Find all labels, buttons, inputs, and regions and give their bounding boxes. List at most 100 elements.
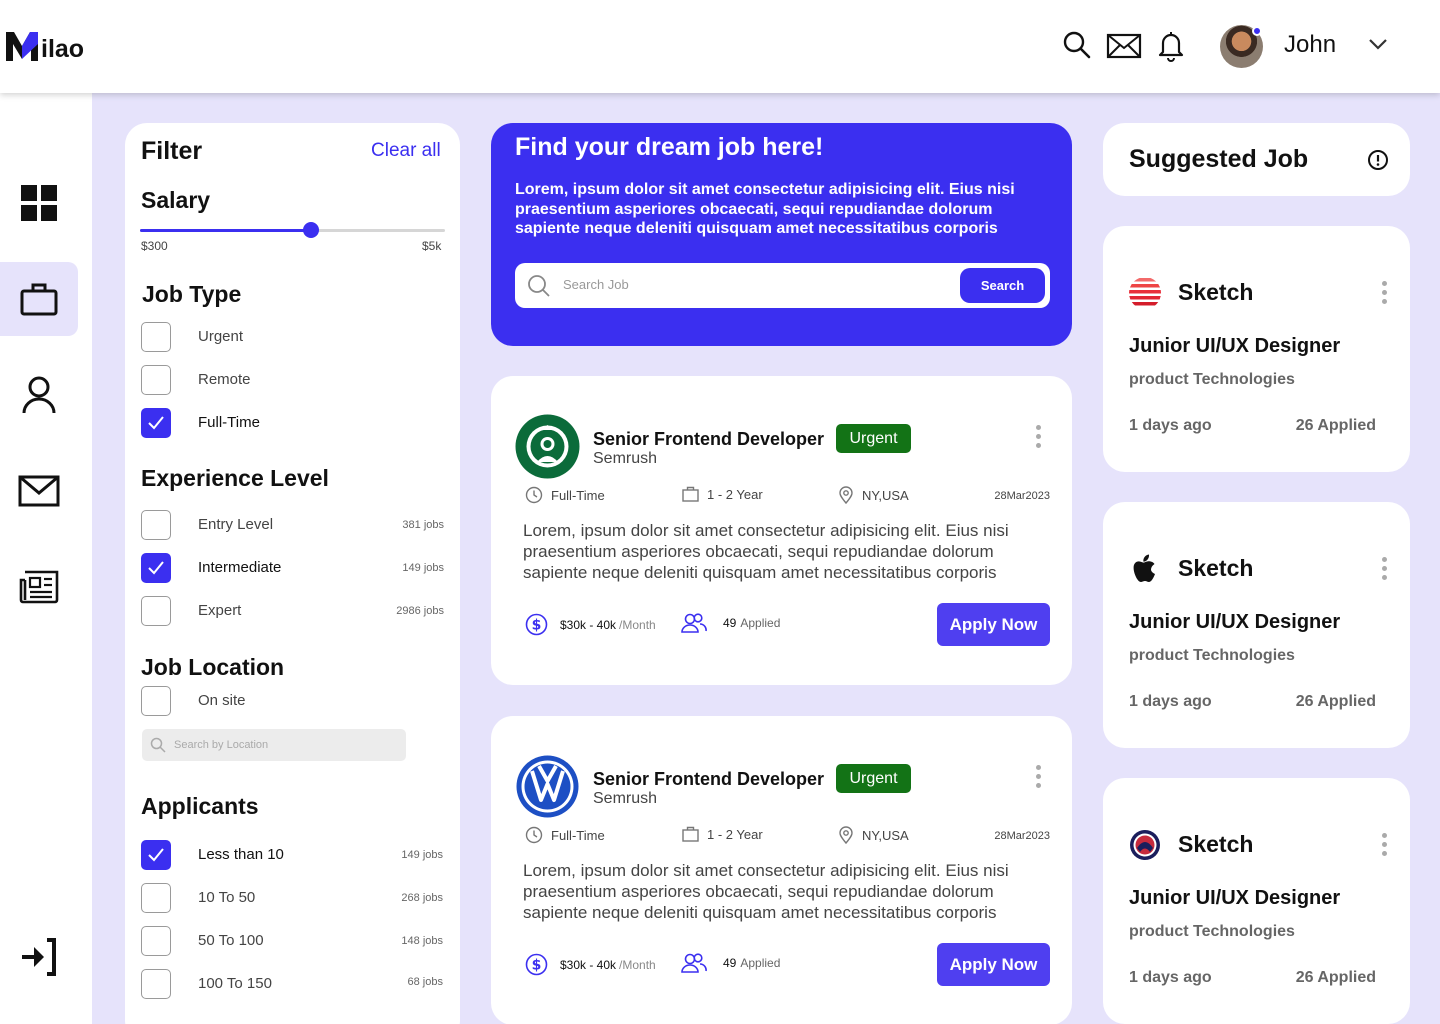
striped-sphere-logo-icon	[1129, 277, 1161, 309]
volkswagen-logo-icon	[515, 754, 580, 819]
experience-expert-count: 2986 jobs	[396, 605, 444, 617]
experience-expert-checkbox[interactable]	[141, 596, 171, 626]
suggested-applied: 26 Applied	[1295, 969, 1376, 986]
experience-entry-count: 381 jobs	[402, 519, 444, 531]
salary-slider[interactable]	[140, 222, 445, 238]
nav-messages[interactable]	[0, 454, 78, 528]
salary-heading: Salary	[141, 187, 211, 213]
location-meta: NY,USA	[838, 826, 909, 844]
mail-icon[interactable]	[1106, 32, 1142, 60]
salary-max-label: $5k	[422, 239, 442, 253]
circle-emblem-logo-icon	[1130, 830, 1160, 860]
suggested-job-card[interactable]: Sketch Junior UI/UX Designer product Tec…	[1103, 502, 1410, 748]
applied-count: 49	[723, 616, 737, 630]
applicants-50-100-label: 50 To 100	[198, 932, 264, 949]
applicants-lt10-checkbox[interactable]	[141, 840, 171, 870]
mail-icon	[18, 475, 60, 507]
clear-all-link[interactable]: Clear all	[371, 140, 441, 162]
more-options-icon[interactable]	[1036, 765, 1041, 792]
nav-news[interactable]	[0, 550, 78, 624]
suggested-brand: Sketch	[1178, 831, 1254, 857]
apple-logo-icon	[1133, 554, 1155, 582]
users-icon	[681, 613, 707, 633]
briefcase-icon	[20, 283, 58, 316]
job-type-text: Full-Time	[551, 487, 605, 503]
job-card[interactable]: Senior Frontend Developer Semrush Urgent…	[491, 376, 1072, 685]
nav-dashboard[interactable]	[0, 166, 78, 240]
experience-meta: 1 - 2 Year	[682, 486, 763, 502]
app-logo[interactable]: ilao	[5, 30, 84, 62]
applicants-50-100-checkbox[interactable]	[141, 926, 171, 956]
applicants-100-150-checkbox[interactable]	[141, 969, 171, 999]
applied-info: 49 Applied	[681, 613, 780, 633]
search-icon[interactable]	[1062, 30, 1092, 60]
location-search-input[interactable]: Search by Location	[142, 729, 406, 761]
apply-now-button[interactable]: Apply Now	[937, 603, 1050, 646]
logo-text: ilao	[41, 35, 85, 63]
search-icon	[528, 275, 550, 297]
job-search-placeholder: Search Job	[563, 277, 629, 292]
suggested-company: product Technologies	[1129, 371, 1295, 388]
left-sidebar	[0, 93, 92, 1024]
job-description: Lorem, ipsum dolor sit amet consectetur …	[523, 521, 1009, 582]
suggested-applied: 26 Applied	[1295, 417, 1376, 434]
job-title[interactable]: Senior Frontend Developer	[593, 769, 824, 790]
applicants-lt10-label: Less than 10	[198, 846, 284, 863]
suggested-job-card[interactable]: Sketch Junior UI/UX Designer product Tec…	[1103, 778, 1410, 1024]
job-type-remote-label: Remote	[198, 371, 251, 388]
online-status-dot	[1252, 26, 1262, 36]
more-options-icon[interactable]	[1382, 833, 1387, 860]
nav-logout[interactable]	[0, 920, 78, 994]
job-type-urgent-checkbox[interactable]	[141, 322, 171, 352]
suggested-role[interactable]: Junior UI/UX Designer	[1129, 335, 1340, 358]
nav-jobs[interactable]	[0, 262, 78, 336]
filter-panel: Filter Clear all Salary $300 $5k Job Typ…	[125, 123, 460, 1024]
job-company: Semrush	[593, 790, 658, 807]
more-options-icon[interactable]	[1036, 425, 1041, 452]
info-icon[interactable]	[1367, 149, 1389, 171]
nav-profile[interactable]	[0, 358, 78, 432]
suggested-role[interactable]: Junior UI/UX Designer	[1129, 611, 1340, 634]
posted-date: 28Mar2023	[994, 830, 1050, 842]
applicants-10-50-label: 10 To 50	[198, 889, 256, 906]
applicants-10-50-checkbox[interactable]	[141, 883, 171, 913]
experience-text: 1 - 2 Year	[707, 826, 763, 842]
suggested-job-header: Suggested Job	[1103, 123, 1410, 196]
dashboard-icon	[21, 185, 57, 221]
clock-icon	[525, 826, 543, 844]
job-title[interactable]: Senior Frontend Developer	[593, 429, 824, 450]
suggested-brand: Sketch	[1178, 279, 1254, 305]
hero-description: Lorem, ipsum dolor sit amet consectetur …	[515, 181, 1015, 237]
more-options-icon[interactable]	[1382, 281, 1387, 308]
suggested-applied: 26 Applied	[1295, 693, 1376, 710]
experience-entry-label: Entry Level	[198, 516, 274, 533]
user-name[interactable]: John	[1284, 31, 1336, 59]
bell-icon[interactable]	[1157, 30, 1185, 62]
more-options-icon[interactable]	[1382, 557, 1387, 584]
job-type-meta: Full-Time	[525, 826, 605, 844]
location-pin-icon	[839, 486, 853, 504]
salary-slider-handle[interactable]	[302, 222, 319, 238]
salary-info: $ $30k - 40k /Month	[525, 613, 656, 636]
news-icon	[19, 570, 59, 604]
job-card[interactable]: Senior Frontend Developer Semrush Urgent…	[491, 716, 1072, 1024]
job-type-fulltime-label: Full-Time	[198, 414, 260, 431]
suggested-job-card[interactable]: Sketch Junior UI/UX Designer product Tec…	[1103, 226, 1410, 472]
dollar-icon: $	[525, 953, 548, 976]
suggested-role[interactable]: Junior UI/UX Designer	[1129, 887, 1340, 910]
location-onsite-checkbox[interactable]	[141, 686, 171, 716]
dollar-icon: $	[525, 613, 548, 636]
search-button[interactable]: Search	[960, 268, 1045, 303]
chevron-down-icon[interactable]	[1368, 37, 1388, 51]
experience-intermediate-checkbox[interactable]	[141, 553, 171, 583]
applied-label: Applied	[740, 956, 781, 970]
experience-entry-checkbox[interactable]	[141, 510, 171, 540]
apply-now-button[interactable]: Apply Now	[937, 943, 1050, 986]
salary-range: $30k - 40k	[560, 957, 617, 972]
applicants-100-150-label: 100 To 150	[198, 975, 272, 992]
location-search-placeholder: Search by Location	[174, 739, 269, 751]
job-search-input[interactable]: Search Job Search	[515, 263, 1050, 308]
job-type-remote-checkbox[interactable]	[141, 365, 171, 395]
suggested-job-title: Suggested Job	[1129, 145, 1309, 173]
job-type-fulltime-checkbox[interactable]	[141, 408, 171, 438]
